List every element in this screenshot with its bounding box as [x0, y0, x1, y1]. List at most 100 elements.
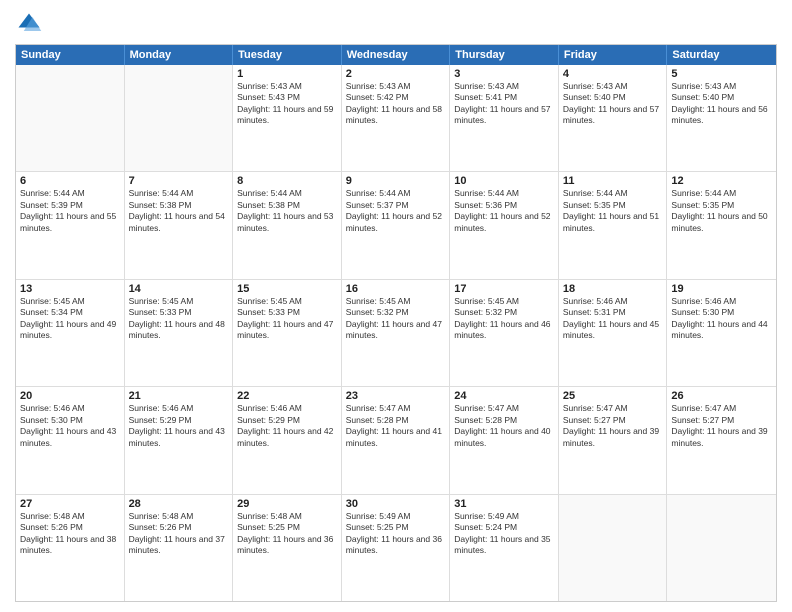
day-number: 30	[346, 498, 446, 510]
calendar-cell: 31Sunrise: 5:49 AM Sunset: 5:24 PM Dayli…	[450, 495, 559, 601]
calendar-cell: 1Sunrise: 5:43 AM Sunset: 5:43 PM Daylig…	[233, 65, 342, 171]
cell-info: Sunrise: 5:44 AM Sunset: 5:37 PM Dayligh…	[346, 188, 446, 234]
day-number: 31	[454, 498, 554, 510]
day-number: 28	[129, 498, 229, 510]
cell-info: Sunrise: 5:44 AM Sunset: 5:35 PM Dayligh…	[671, 188, 772, 234]
calendar-cell: 13Sunrise: 5:45 AM Sunset: 5:34 PM Dayli…	[16, 280, 125, 386]
day-number: 29	[237, 498, 337, 510]
day-number: 1	[237, 68, 337, 80]
weekday-header-monday: Monday	[125, 45, 234, 65]
cell-info: Sunrise: 5:47 AM Sunset: 5:28 PM Dayligh…	[346, 403, 446, 449]
weekday-header-sunday: Sunday	[16, 45, 125, 65]
calendar-cell: 2Sunrise: 5:43 AM Sunset: 5:42 PM Daylig…	[342, 65, 451, 171]
day-number: 18	[563, 283, 663, 295]
day-number: 14	[129, 283, 229, 295]
day-number: 9	[346, 175, 446, 187]
calendar-cell: 15Sunrise: 5:45 AM Sunset: 5:33 PM Dayli…	[233, 280, 342, 386]
cell-info: Sunrise: 5:43 AM Sunset: 5:41 PM Dayligh…	[454, 81, 554, 127]
cell-info: Sunrise: 5:46 AM Sunset: 5:29 PM Dayligh…	[129, 403, 229, 449]
calendar-cell: 7Sunrise: 5:44 AM Sunset: 5:38 PM Daylig…	[125, 172, 234, 278]
calendar-cell: 16Sunrise: 5:45 AM Sunset: 5:32 PM Dayli…	[342, 280, 451, 386]
cell-info: Sunrise: 5:44 AM Sunset: 5:39 PM Dayligh…	[20, 188, 120, 234]
calendar: SundayMondayTuesdayWednesdayThursdayFrid…	[15, 44, 777, 602]
cell-info: Sunrise: 5:44 AM Sunset: 5:38 PM Dayligh…	[129, 188, 229, 234]
calendar-header: SundayMondayTuesdayWednesdayThursdayFrid…	[16, 45, 776, 65]
calendar-cell: 30Sunrise: 5:49 AM Sunset: 5:25 PM Dayli…	[342, 495, 451, 601]
calendar-row-5: 27Sunrise: 5:48 AM Sunset: 5:26 PM Dayli…	[16, 494, 776, 601]
cell-info: Sunrise: 5:45 AM Sunset: 5:33 PM Dayligh…	[237, 296, 337, 342]
cell-info: Sunrise: 5:48 AM Sunset: 5:25 PM Dayligh…	[237, 511, 337, 557]
calendar-cell	[125, 65, 234, 171]
cell-info: Sunrise: 5:47 AM Sunset: 5:27 PM Dayligh…	[563, 403, 663, 449]
page: SundayMondayTuesdayWednesdayThursdayFrid…	[0, 0, 792, 612]
day-number: 10	[454, 175, 554, 187]
day-number: 20	[20, 390, 120, 402]
day-number: 23	[346, 390, 446, 402]
day-number: 8	[237, 175, 337, 187]
day-number: 17	[454, 283, 554, 295]
cell-info: Sunrise: 5:45 AM Sunset: 5:33 PM Dayligh…	[129, 296, 229, 342]
calendar-cell: 21Sunrise: 5:46 AM Sunset: 5:29 PM Dayli…	[125, 387, 234, 493]
weekday-header-tuesday: Tuesday	[233, 45, 342, 65]
calendar-cell	[16, 65, 125, 171]
calendar-cell: 8Sunrise: 5:44 AM Sunset: 5:38 PM Daylig…	[233, 172, 342, 278]
calendar-cell: 27Sunrise: 5:48 AM Sunset: 5:26 PM Dayli…	[16, 495, 125, 601]
logo-icon	[15, 10, 43, 38]
cell-info: Sunrise: 5:48 AM Sunset: 5:26 PM Dayligh…	[129, 511, 229, 557]
calendar-cell: 26Sunrise: 5:47 AM Sunset: 5:27 PM Dayli…	[667, 387, 776, 493]
cell-info: Sunrise: 5:46 AM Sunset: 5:30 PM Dayligh…	[671, 296, 772, 342]
logo	[15, 10, 47, 38]
day-number: 11	[563, 175, 663, 187]
cell-info: Sunrise: 5:43 AM Sunset: 5:40 PM Dayligh…	[671, 81, 772, 127]
day-number: 19	[671, 283, 772, 295]
cell-info: Sunrise: 5:46 AM Sunset: 5:30 PM Dayligh…	[20, 403, 120, 449]
cell-info: Sunrise: 5:43 AM Sunset: 5:42 PM Dayligh…	[346, 81, 446, 127]
day-number: 12	[671, 175, 772, 187]
calendar-body: 1Sunrise: 5:43 AM Sunset: 5:43 PM Daylig…	[16, 65, 776, 601]
weekday-header-wednesday: Wednesday	[342, 45, 451, 65]
calendar-cell: 20Sunrise: 5:46 AM Sunset: 5:30 PM Dayli…	[16, 387, 125, 493]
day-number: 25	[563, 390, 663, 402]
calendar-cell: 28Sunrise: 5:48 AM Sunset: 5:26 PM Dayli…	[125, 495, 234, 601]
weekday-header-friday: Friday	[559, 45, 668, 65]
calendar-row-3: 13Sunrise: 5:45 AM Sunset: 5:34 PM Dayli…	[16, 279, 776, 386]
day-number: 15	[237, 283, 337, 295]
day-number: 27	[20, 498, 120, 510]
calendar-cell: 29Sunrise: 5:48 AM Sunset: 5:25 PM Dayli…	[233, 495, 342, 601]
calendar-row-2: 6Sunrise: 5:44 AM Sunset: 5:39 PM Daylig…	[16, 171, 776, 278]
calendar-cell: 18Sunrise: 5:46 AM Sunset: 5:31 PM Dayli…	[559, 280, 668, 386]
calendar-cell: 19Sunrise: 5:46 AM Sunset: 5:30 PM Dayli…	[667, 280, 776, 386]
day-number: 2	[346, 68, 446, 80]
weekday-header-thursday: Thursday	[450, 45, 559, 65]
cell-info: Sunrise: 5:44 AM Sunset: 5:36 PM Dayligh…	[454, 188, 554, 234]
calendar-cell: 5Sunrise: 5:43 AM Sunset: 5:40 PM Daylig…	[667, 65, 776, 171]
calendar-row-1: 1Sunrise: 5:43 AM Sunset: 5:43 PM Daylig…	[16, 65, 776, 171]
calendar-cell: 3Sunrise: 5:43 AM Sunset: 5:41 PM Daylig…	[450, 65, 559, 171]
day-number: 5	[671, 68, 772, 80]
day-number: 13	[20, 283, 120, 295]
calendar-cell: 23Sunrise: 5:47 AM Sunset: 5:28 PM Dayli…	[342, 387, 451, 493]
header	[15, 10, 777, 38]
day-number: 21	[129, 390, 229, 402]
cell-info: Sunrise: 5:44 AM Sunset: 5:35 PM Dayligh…	[563, 188, 663, 234]
day-number: 4	[563, 68, 663, 80]
calendar-cell: 9Sunrise: 5:44 AM Sunset: 5:37 PM Daylig…	[342, 172, 451, 278]
calendar-cell: 17Sunrise: 5:45 AM Sunset: 5:32 PM Dayli…	[450, 280, 559, 386]
cell-info: Sunrise: 5:45 AM Sunset: 5:34 PM Dayligh…	[20, 296, 120, 342]
calendar-row-4: 20Sunrise: 5:46 AM Sunset: 5:30 PM Dayli…	[16, 386, 776, 493]
day-number: 24	[454, 390, 554, 402]
day-number: 16	[346, 283, 446, 295]
day-number: 26	[671, 390, 772, 402]
calendar-cell: 10Sunrise: 5:44 AM Sunset: 5:36 PM Dayli…	[450, 172, 559, 278]
cell-info: Sunrise: 5:47 AM Sunset: 5:28 PM Dayligh…	[454, 403, 554, 449]
cell-info: Sunrise: 5:46 AM Sunset: 5:31 PM Dayligh…	[563, 296, 663, 342]
calendar-cell: 12Sunrise: 5:44 AM Sunset: 5:35 PM Dayli…	[667, 172, 776, 278]
cell-info: Sunrise: 5:48 AM Sunset: 5:26 PM Dayligh…	[20, 511, 120, 557]
calendar-cell: 14Sunrise: 5:45 AM Sunset: 5:33 PM Dayli…	[125, 280, 234, 386]
cell-info: Sunrise: 5:45 AM Sunset: 5:32 PM Dayligh…	[454, 296, 554, 342]
cell-info: Sunrise: 5:47 AM Sunset: 5:27 PM Dayligh…	[671, 403, 772, 449]
calendar-cell: 22Sunrise: 5:46 AM Sunset: 5:29 PM Dayli…	[233, 387, 342, 493]
day-number: 3	[454, 68, 554, 80]
cell-info: Sunrise: 5:46 AM Sunset: 5:29 PM Dayligh…	[237, 403, 337, 449]
day-number: 7	[129, 175, 229, 187]
